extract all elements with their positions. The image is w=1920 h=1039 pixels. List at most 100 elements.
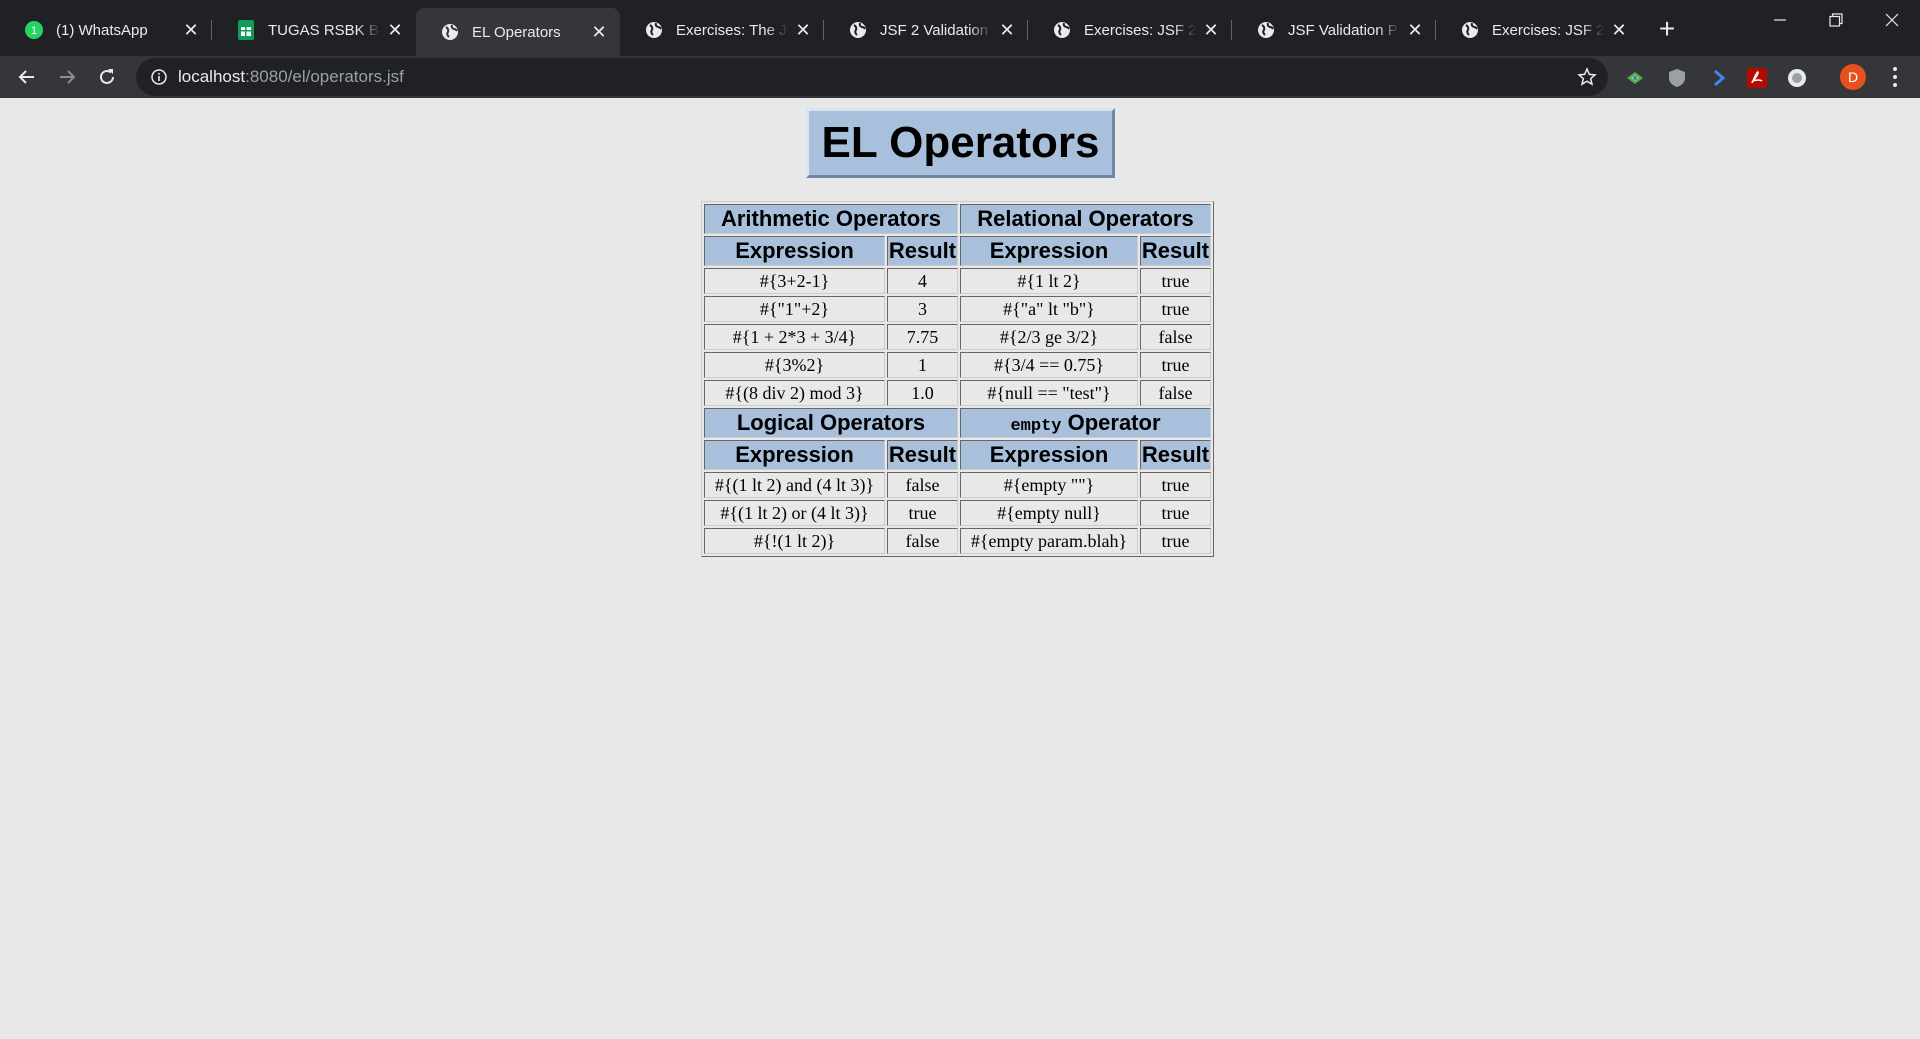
expression-cell: #{empty null} xyxy=(960,500,1138,526)
url-host: localhost xyxy=(178,67,246,86)
empty-operator-heading: empty Operator xyxy=(960,408,1211,438)
extension-circle-icon[interactable] xyxy=(1786,67,1808,89)
table-row: #{3%2} 1 #{3/4 == 0.75} true xyxy=(704,352,1211,378)
whatsapp-icon: 1 xyxy=(24,20,44,40)
restore-button[interactable] xyxy=(1808,0,1864,40)
forward-button[interactable] xyxy=(50,60,84,94)
expression-cell: #{(1 lt 2) and (4 lt 3)} xyxy=(704,472,885,498)
result-cell: 4 xyxy=(887,268,958,294)
close-icon[interactable]: ✕ xyxy=(588,21,610,43)
tab-sheets[interactable]: TUGAS RSBK B - G ✕ xyxy=(212,10,416,50)
globe-icon xyxy=(440,22,460,42)
close-icon[interactable]: ✕ xyxy=(1200,19,1222,41)
tab-el-operators[interactable]: EL Operators ✕ xyxy=(416,8,620,56)
table-row: #{(8 div 2) mod 3} 1.0 #{null == "test"}… xyxy=(704,380,1211,406)
result-cell: false xyxy=(1140,324,1211,350)
extension-colorful-icon[interactable] xyxy=(1624,67,1646,89)
globe-icon xyxy=(848,20,868,40)
result-cell: true xyxy=(887,500,958,526)
page-title-box: EL Operators xyxy=(806,108,1115,178)
result-column-header: Result xyxy=(887,236,958,266)
reload-button[interactable] xyxy=(90,60,124,94)
globe-icon xyxy=(1256,20,1276,40)
close-icon[interactable]: ✕ xyxy=(180,19,202,41)
expression-cell: #{2/3 ge 3/2} xyxy=(960,324,1138,350)
expression-cell: #{empty ""} xyxy=(960,472,1138,498)
tab-title: Exercises: JSF 2 Val xyxy=(1084,21,1196,39)
globe-icon xyxy=(1052,20,1072,40)
kebab-menu-icon[interactable] xyxy=(1884,64,1906,90)
address-bar[interactable]: localhost:8080/el/operators.jsf xyxy=(136,58,1608,96)
close-icon[interactable]: ✕ xyxy=(996,19,1018,41)
result-column-header: Result xyxy=(1140,236,1211,266)
result-cell: 1.0 xyxy=(887,380,958,406)
tab-title: Exercises: The JSF 2 xyxy=(676,21,788,39)
table-row: #{(1 lt 2) and (4 lt 3)} false #{empty "… xyxy=(704,472,1211,498)
close-icon[interactable]: ✕ xyxy=(384,19,406,41)
reload-icon xyxy=(100,69,114,84)
tab-exercises-2[interactable]: Exercises: JSF 2 Val ✕ xyxy=(1028,10,1232,50)
result-cell: 3 xyxy=(887,296,958,322)
tab-title: JSF 2 Validation Pa xyxy=(880,21,992,39)
arithmetic-operators-heading: Arithmetic Operators xyxy=(704,204,958,234)
expression-cell: #{3+2-1} xyxy=(704,268,885,294)
expression-cell: #{!(1 lt 2)} xyxy=(704,528,885,554)
table-row: #{1 + 2*3 + 3/4} 7.75 #{2/3 ge 3/2} fals… xyxy=(704,324,1211,350)
table-row: #{"1"+2} 3 #{"a" lt "b"} true xyxy=(704,296,1211,322)
expression-cell: #{(8 div 2) mod 3} xyxy=(704,380,885,406)
new-tab-button[interactable]: + xyxy=(1652,13,1682,44)
restore-icon xyxy=(1829,13,1843,27)
tab-title: JSF Validation Part xyxy=(1288,21,1400,39)
url-path: :8080/el/operators.jsf xyxy=(245,67,404,86)
tab-validation-2[interactable]: JSF Validation Part ✕ xyxy=(1232,10,1436,50)
result-cell: false xyxy=(887,472,958,498)
expression-cell: #{null == "test"} xyxy=(960,380,1138,406)
section-header-row: Logical Operators empty Operator xyxy=(704,408,1211,438)
extension-chevron-icon[interactable] xyxy=(1708,67,1730,89)
tab-title: EL Operators xyxy=(472,23,561,41)
close-icon xyxy=(1885,13,1899,27)
result-cell: true xyxy=(1140,472,1211,498)
extension-shield-icon[interactable] xyxy=(1666,67,1688,89)
close-icon[interactable]: ✕ xyxy=(1404,19,1426,41)
pdf-extension-icon[interactable] xyxy=(1746,67,1768,89)
google-sheets-icon xyxy=(236,20,256,40)
column-header-row: Expression Result Expression Result xyxy=(704,440,1211,470)
tab-exercises-3[interactable]: Exercises: JSF 2 Val ✕ xyxy=(1436,10,1640,50)
close-icon[interactable]: ✕ xyxy=(792,19,814,41)
result-cell: true xyxy=(1140,352,1211,378)
back-button[interactable] xyxy=(10,60,44,94)
result-cell: false xyxy=(887,528,958,554)
empty-keyword: empty xyxy=(1010,417,1062,436)
minimize-icon xyxy=(1774,19,1786,21)
expression-column-header: Expression xyxy=(704,236,885,266)
result-column-header: Result xyxy=(887,440,958,470)
result-cell: true xyxy=(1140,500,1211,526)
close-icon[interactable]: ✕ xyxy=(1608,19,1630,41)
operator-word: Operator xyxy=(1061,410,1161,435)
svg-text:1: 1 xyxy=(31,25,37,37)
tab-title: Exercises: JSF 2 Val xyxy=(1492,21,1604,39)
result-cell: true xyxy=(1140,528,1211,554)
minimize-button[interactable] xyxy=(1752,0,1808,40)
expression-column-header: Expression xyxy=(960,440,1138,470)
info-icon[interactable] xyxy=(150,68,168,86)
expression-cell: #{"a" lt "b"} xyxy=(960,296,1138,322)
expression-cell: #{empty param.blah} xyxy=(960,528,1138,554)
url-text: localhost:8080/el/operators.jsf xyxy=(178,67,404,87)
section-header-row: Arithmetic Operators Relational Operator… xyxy=(704,204,1211,234)
expression-cell: #{(1 lt 2) or (4 lt 3)} xyxy=(704,500,885,526)
table-row: #{!(1 lt 2)} false #{empty param.blah} t… xyxy=(704,528,1211,554)
table-row: #{3+2-1} 4 #{1 lt 2} true xyxy=(704,268,1211,294)
tab-whatsapp[interactable]: 1 (1) WhatsApp ✕ xyxy=(0,10,212,50)
profile-avatar[interactable]: D xyxy=(1840,64,1866,90)
expression-cell: #{1 lt 2} xyxy=(960,268,1138,294)
logical-operators-heading: Logical Operators xyxy=(704,408,958,438)
relational-operators-heading: Relational Operators xyxy=(960,204,1211,234)
tab-validation-1[interactable]: JSF 2 Validation Pa ✕ xyxy=(824,10,1028,50)
close-window-button[interactable] xyxy=(1864,0,1920,40)
tab-exercises-1[interactable]: Exercises: The JSF 2 ✕ xyxy=(620,10,824,50)
bookmark-star-icon[interactable] xyxy=(1576,66,1598,88)
arrow-left-icon xyxy=(18,70,34,84)
expression-cell: #{3/4 == 0.75} xyxy=(960,352,1138,378)
